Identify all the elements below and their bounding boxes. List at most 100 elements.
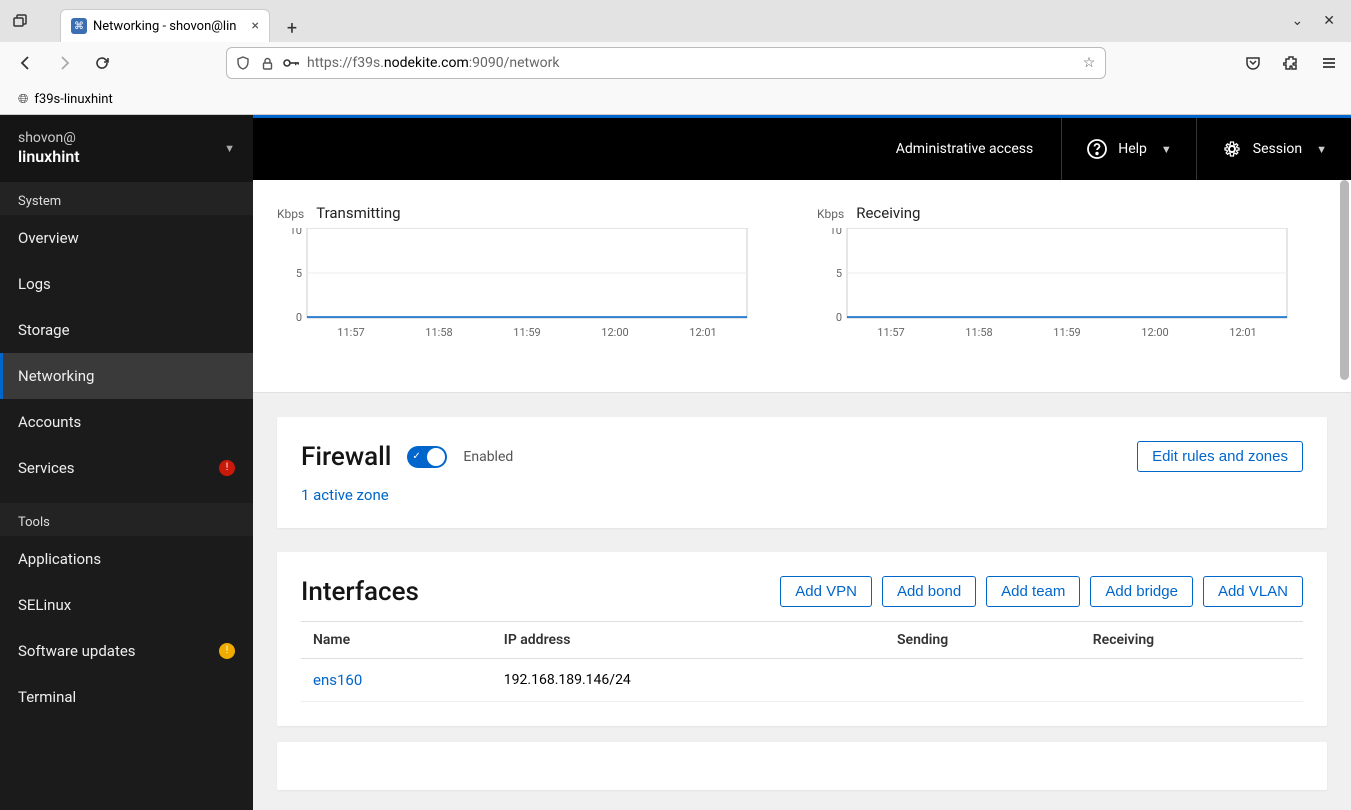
url-sub: f39s. [352,55,384,71]
help-icon [1086,138,1108,160]
reload-button[interactable] [88,49,116,77]
sidebar-item-terminal[interactable]: Terminal [0,674,253,720]
list-tabs-icon[interactable]: ⌄ [1292,13,1304,29]
firewall-toggle[interactable]: ✓ [407,446,447,468]
add-team-button[interactable]: Add team [986,576,1080,607]
key-icon[interactable] [283,55,299,71]
svg-text:0: 0 [836,311,842,324]
svg-text:11:57: 11:57 [877,326,904,339]
active-zones-link[interactable]: 1 active zone [301,486,1303,504]
browser-toolbar: https://f39s.nodekite.com:9090/network ☆ [0,42,1351,84]
sidebar-item-selinux[interactable]: SELinux [0,582,253,628]
sidebar-item-software-updates[interactable]: Software updates! [0,628,253,674]
sidebar-item-applications[interactable]: Applications [0,536,253,582]
column-header: IP address [492,622,885,659]
admin-access-label[interactable]: Administrative access [872,118,1061,180]
url-port: :9090 [469,55,504,71]
alert-icon: ! [219,460,235,476]
svg-text:12:01: 12:01 [689,326,716,339]
lock-icon[interactable] [259,55,275,71]
titlebar-right: ⌄ ✕ [1292,13,1335,29]
toggle-knob [427,448,445,466]
svg-text:12:00: 12:00 [1141,326,1168,339]
help-menu[interactable]: Help ▼ [1061,118,1196,180]
interfaces-title: Interfaces [301,577,419,607]
app-menu-icon[interactable] [1319,53,1339,73]
user-host-bot: linuxhint [18,147,80,168]
forward-button[interactable] [50,49,78,77]
scrollbar-thumb[interactable] [1340,180,1349,380]
url-bar[interactable]: https://f39s.nodekite.com:9090/network ☆ [226,47,1106,79]
sidebar-item-logs[interactable]: Logs [0,261,253,307]
column-header: Sending [885,622,1081,659]
svg-text:11:59: 11:59 [1053,326,1080,339]
new-tab-button[interactable]: + [278,14,306,42]
chart-svg: 10 5 0 11:57 11:58 11:59 12:00 12:01 [817,228,1297,348]
check-icon: ✓ [412,451,420,462]
bookmarks-bar: 🌐︎ f39s-linuxhint [0,84,1351,114]
add-vlan-button[interactable]: Add VLAN [1203,576,1303,607]
svg-text:11:58: 11:58 [425,326,452,339]
column-header: Receiving [1081,622,1303,659]
tabs-area: ⌘ Networking - shovon@lin × + [60,0,1288,42]
table-row[interactable]: ens160 192.168.189.146/24 [301,659,1303,702]
main: Administrative access Help ▼ Session ▼ [253,115,1351,810]
interfaces-table: NameIP addressSendingReceiving ens160192… [301,621,1303,702]
bookmark-item[interactable]: f39s-linuxhint [34,92,112,107]
cockpit-app: shovon@ linuxhint ▼ System OverviewLogsS… [0,115,1351,810]
svg-text:11:57: 11:57 [337,326,364,339]
chart-title: Receiving [856,204,920,222]
url-text: https://f39s.nodekite.com:9090/network [307,55,1073,71]
interface-link[interactable]: ens160 [313,671,362,689]
svg-text:12:01: 12:01 [1229,326,1256,339]
content: Kbps Transmitting 10 5 0 11:5711:5811:59… [253,180,1351,810]
sidebar-item-accounts[interactable]: Accounts [0,399,253,445]
url-domain: nodekite.com [384,55,469,71]
browser-tab[interactable]: ⌘ Networking - shovon@lin × [60,9,270,42]
sidebar-item-label: Storage [18,321,70,339]
sidebar-item-services[interactable]: Services! [0,445,253,491]
sidebar-item-label: Overview [18,229,79,247]
svg-text:5: 5 [296,267,302,280]
firewall-status: Enabled [463,449,513,465]
extensions-icon[interactable] [1281,53,1301,73]
close-window-icon[interactable]: ✕ [1323,13,1335,29]
chart-transmitting: Kbps Transmitting 10 5 0 11:5711:5811:59… [277,204,757,352]
sidebar-item-label: Networking [18,367,94,385]
svg-text:10: 10 [290,228,302,237]
edit-rules-button[interactable]: Edit rules and zones [1137,441,1303,472]
svg-text:12:00: 12:00 [601,326,628,339]
user-host-top: shovon@ [18,129,80,147]
sidebar-item-label: Accounts [18,413,81,431]
chart-unit: Kbps [277,207,304,221]
chart-unit: Kbps [817,207,844,221]
chart-svg: 10 5 0 11:5711:5811:5912:0012:01 [277,228,757,348]
sidebar: shovon@ linuxhint ▼ System OverviewLogsS… [0,115,253,810]
shield-icon[interactable] [235,55,251,71]
firewall-card: Firewall ✓ Enabled Edit rules and zones … [277,417,1327,528]
svg-text:5: 5 [836,267,842,280]
svg-text:11:58: 11:58 [965,326,992,339]
sidebar-item-label: Logs [18,275,51,293]
svg-text:10: 10 [830,228,842,237]
sidebar-item-label: Applications [18,550,101,568]
add-vpn-button[interactable]: Add VPN [780,576,872,607]
add-bond-button[interactable]: Add bond [882,576,976,607]
session-menu[interactable]: Session ▼ [1196,118,1351,180]
ip-cell: 192.168.189.146/24 [492,659,885,702]
globe-icon: 🌐︎ [18,92,28,107]
chart-receiving: Kbps Receiving 10 5 0 11:57 11:58 11:59 12:… [817,204,1297,352]
sidebar-item-storage[interactable]: Storage [0,307,253,353]
add-bridge-button[interactable]: Add bridge [1090,576,1193,607]
bookmark-star-icon[interactable]: ☆ [1081,55,1097,71]
sidebar-item-label: Services [18,459,75,477]
sidebar-item-networking[interactable]: Networking [0,353,253,399]
window-restore-icon[interactable] [8,9,32,33]
svg-text:11:59: 11:59 [513,326,540,339]
close-tab-icon[interactable]: × [252,18,259,34]
pocket-icon[interactable] [1243,53,1263,73]
back-button[interactable] [12,49,40,77]
sidebar-item-overview[interactable]: Overview [0,215,253,261]
network-logs-card [277,742,1327,790]
sidebar-user[interactable]: shovon@ linuxhint ▼ [0,115,253,182]
